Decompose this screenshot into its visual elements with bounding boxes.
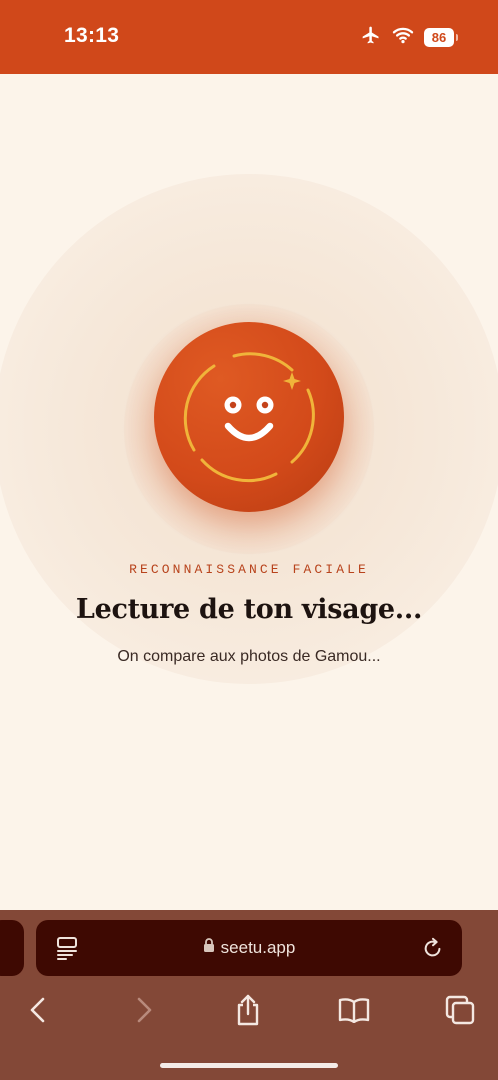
status-bar: 13:13 86	[0, 0, 498, 74]
bookmarks-icon[interactable]	[338, 997, 370, 1028]
back-icon[interactable]	[28, 997, 48, 1028]
share-button[interactable]	[226, 990, 270, 1034]
status-subtitle: On compare aux photos de Gamou...	[117, 648, 381, 665]
browser-chrome: seetu.app	[0, 910, 498, 1080]
battery-icon: 86	[424, 27, 458, 47]
tabs-button[interactable]	[438, 990, 482, 1034]
status-time: 13:13	[64, 24, 120, 47]
browser-toolbar	[0, 990, 498, 1034]
section-label: RECONNAISSANCE FACIALE	[129, 562, 369, 577]
main-content: RECONNAISSANCE FACIALE Lecture de ton vi…	[0, 74, 498, 910]
share-icon[interactable]	[235, 994, 261, 1031]
previous-tab[interactable]	[0, 920, 24, 976]
airplane-icon	[360, 25, 382, 50]
lock-icon	[203, 938, 215, 958]
page-title: Lecture de ton visage...	[75, 594, 423, 625]
forward-button[interactable]	[122, 990, 166, 1034]
address-bar[interactable]: seetu.app	[36, 920, 462, 976]
forward-icon[interactable]	[134, 997, 154, 1028]
status-icons: 86	[360, 25, 458, 50]
home-indicator[interactable]	[160, 1063, 338, 1068]
reload-icon[interactable]	[422, 936, 444, 965]
smiley-face-scan-icon	[154, 322, 344, 512]
back-button[interactable]	[16, 990, 60, 1034]
bookmarks-button[interactable]	[332, 990, 376, 1034]
tabs-icon[interactable]	[445, 995, 475, 1030]
wifi-icon	[392, 26, 414, 49]
url-text: seetu.app	[220, 938, 296, 957]
url-display[interactable]: seetu.app	[36, 938, 462, 958]
